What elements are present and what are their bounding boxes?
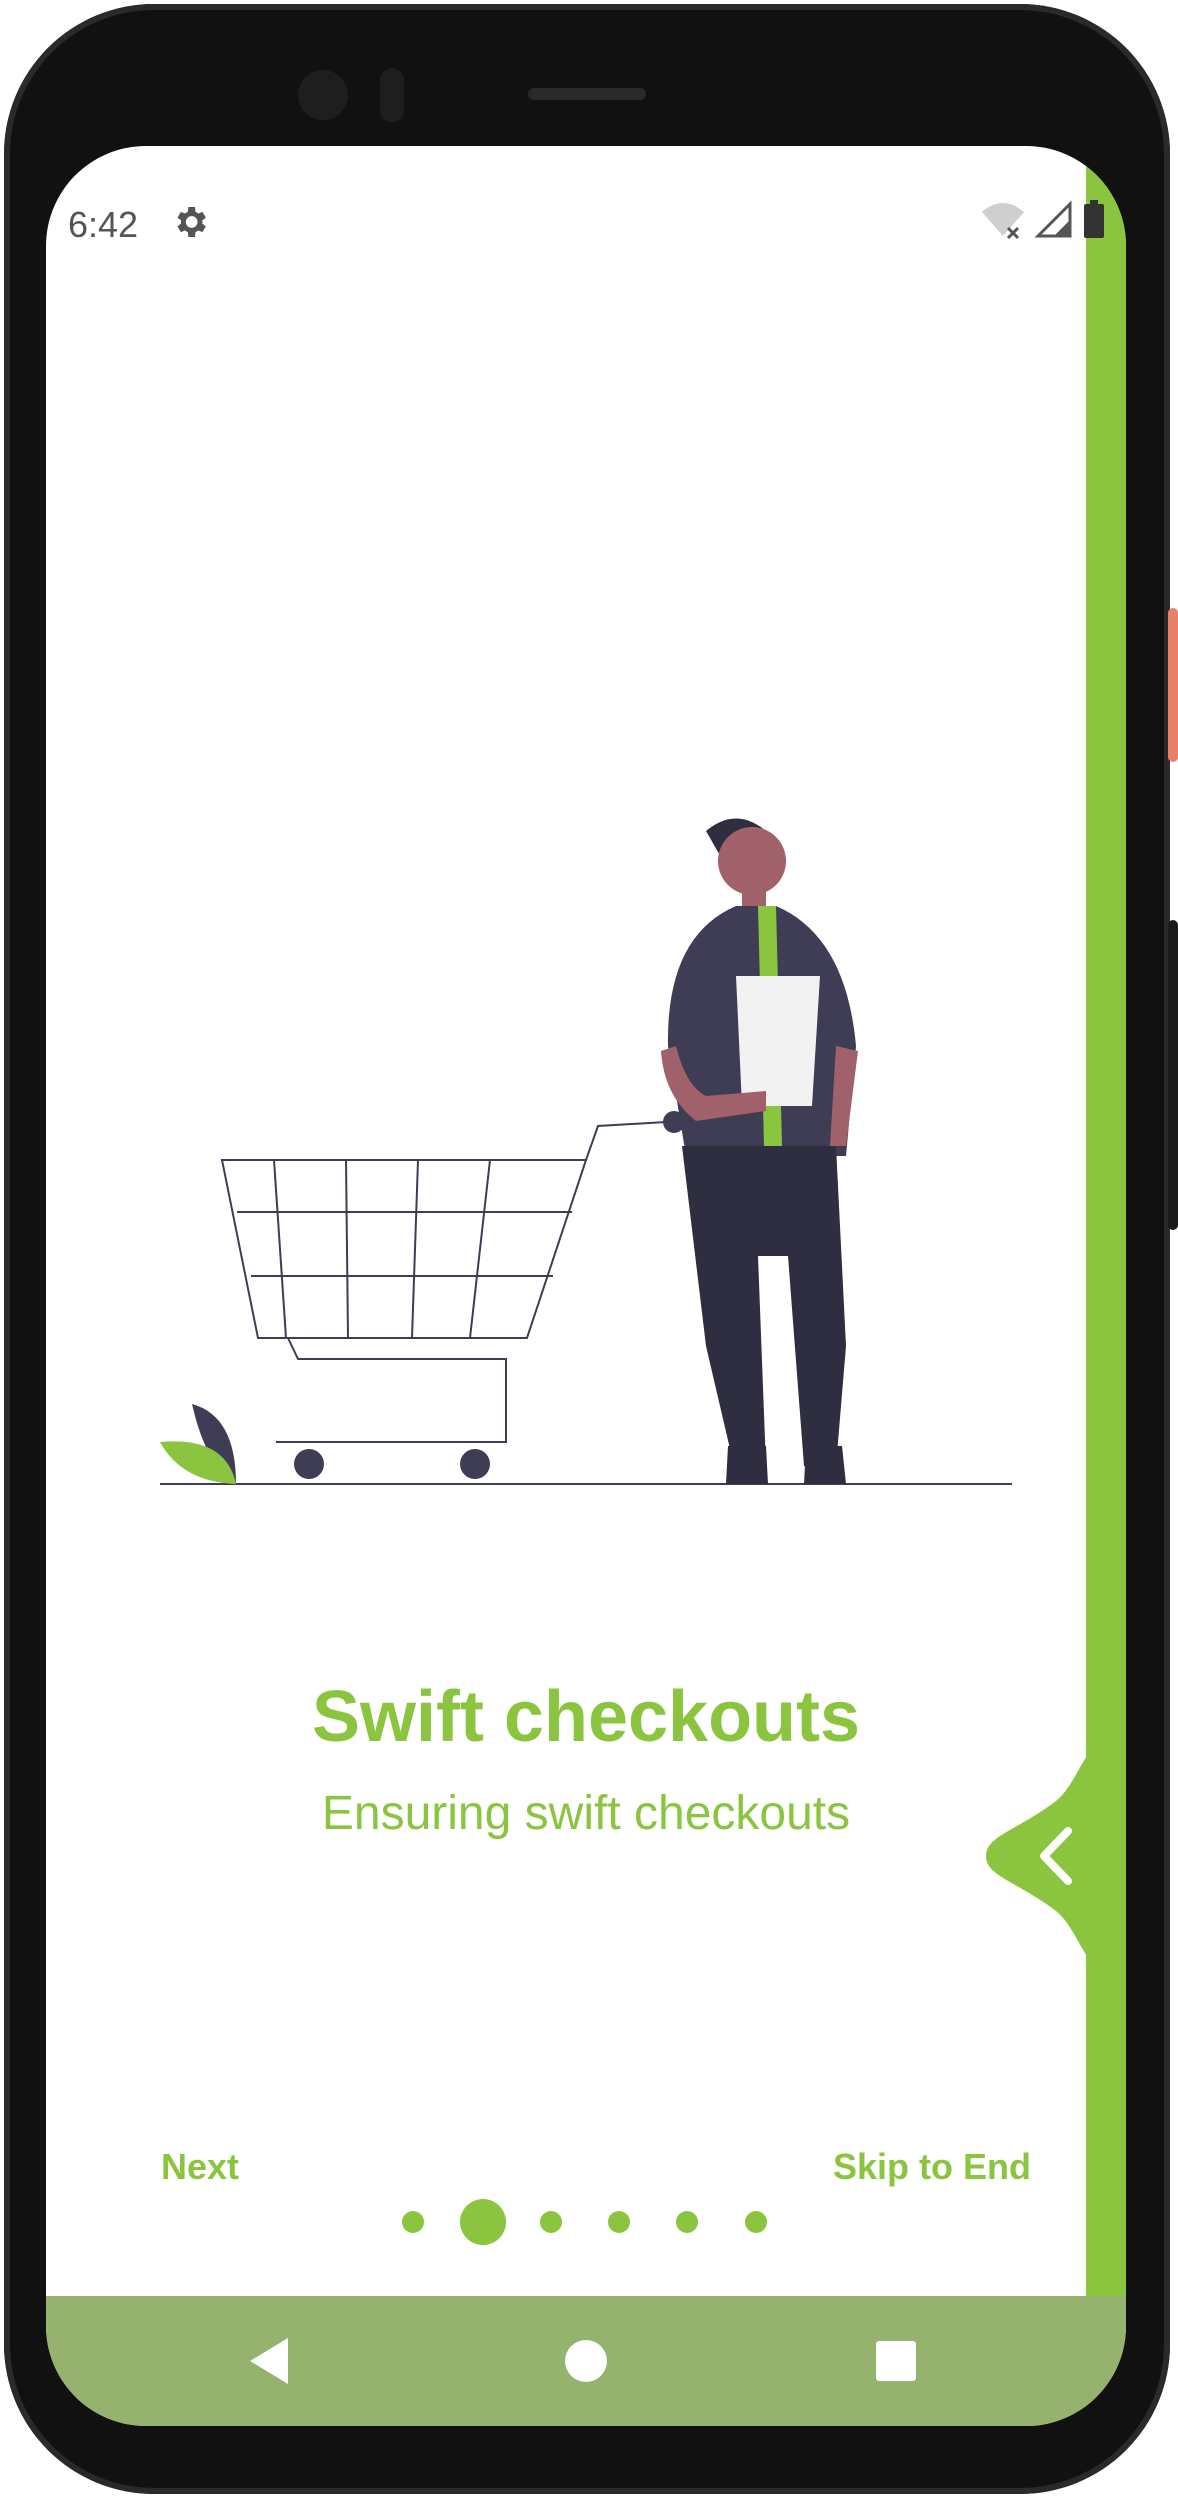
- system-nav-bar: [46, 2296, 1126, 2426]
- next-button[interactable]: Next: [161, 2146, 239, 2188]
- screen: 6:42 Swift checkouts Ensuring swift chec…: [46, 146, 1126, 2426]
- back-triangle-icon: [250, 2338, 288, 2384]
- cart-wheel-left: [294, 1449, 324, 1479]
- home-circle-icon: [565, 2340, 607, 2382]
- page-dot[interactable]: [745, 2211, 767, 2233]
- nav-recents-button[interactable]: [836, 2296, 956, 2426]
- status-bar: 6:42: [46, 186, 1126, 276]
- page-dot[interactable]: [608, 2211, 630, 2233]
- front-camera: [298, 70, 348, 120]
- onboarding-subtitle: Ensuring swift checkouts: [321, 1787, 851, 1840]
- recents-square-icon: [876, 2341, 916, 2381]
- shopping-cart: [220, 1111, 685, 1443]
- page-indicator: [46, 2191, 1126, 2251]
- back-swipe-tab[interactable]: [986, 1731, 1126, 1981]
- power-button[interactable]: [1168, 608, 1178, 762]
- nav-back-button[interactable]: [210, 2296, 330, 2426]
- volume-button[interactable]: [1168, 920, 1178, 1230]
- front-sensor: [380, 68, 404, 122]
- page-dot[interactable]: [676, 2211, 698, 2233]
- page-dot[interactable]: [402, 2211, 424, 2233]
- cart-wheel-right: [460, 1449, 490, 1479]
- onboarding-title: Swift checkouts: [311, 1677, 861, 1757]
- cellular-signal-icon: [1034, 200, 1072, 238]
- plant-leaves: [160, 1404, 236, 1484]
- battery-icon: [1084, 200, 1104, 238]
- person-figure: [661, 818, 858, 1484]
- earpiece-speaker: [528, 88, 646, 100]
- phone-device: 6:42 Swift checkouts Ensuring swift chec…: [0, 0, 1178, 2498]
- nav-home-button[interactable]: [526, 2296, 646, 2426]
- settings-gear-icon: [177, 207, 206, 237]
- wifi-off-icon: [982, 203, 1024, 240]
- page-dot-active[interactable]: [460, 2199, 506, 2245]
- shopping-illustration: [160, 818, 1012, 1485]
- status-icons: [980, 200, 1106, 240]
- page-dot[interactable]: [540, 2211, 562, 2233]
- skip-to-end-button[interactable]: Skip to End: [833, 2146, 1031, 2188]
- back-tab-shape: [986, 1731, 1126, 1981]
- status-time: 6:42: [68, 204, 139, 245]
